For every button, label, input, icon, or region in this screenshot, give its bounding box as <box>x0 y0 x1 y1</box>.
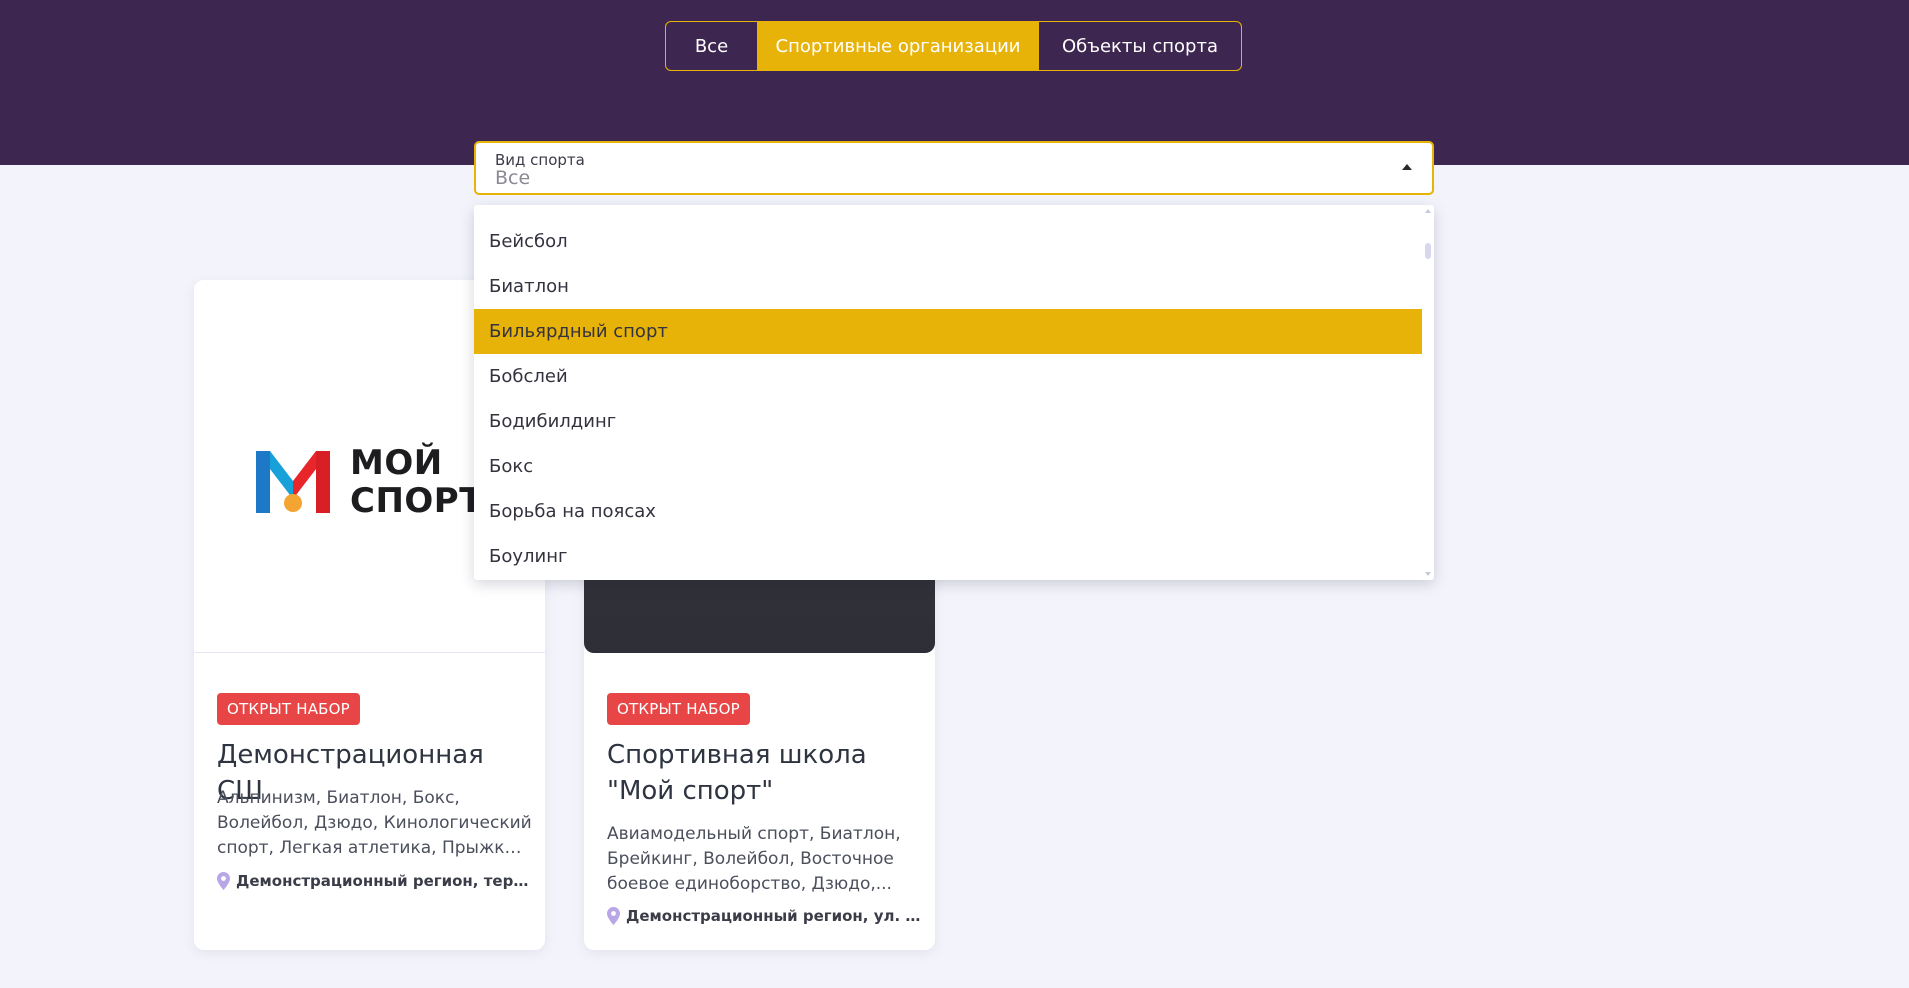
scrollbar-thumb[interactable] <box>1425 243 1431 259</box>
sport-type-select[interactable]: Вид спорта Все <box>474 141 1434 195</box>
location-pin-icon <box>217 872 230 890</box>
scroll-up-icon[interactable] <box>1425 209 1431 213</box>
dropdown-option[interactable]: Бодибилдинг <box>474 399 1422 444</box>
logo-text: МОЙ СПОРТ <box>350 443 483 521</box>
dropdown-option[interactable]: Биатлон <box>474 264 1422 309</box>
dropdown-option[interactable]: Бокс <box>474 444 1422 489</box>
page: Все Спортивные организации Объекты спорт… <box>0 0 1909 988</box>
dropdown-option[interactable]: Боулинг <box>474 534 1422 579</box>
card-sports-list: Авиамодельный спорт, Биатлон, Брейкинг, … <box>607 824 901 894</box>
select-value: Все <box>495 167 531 189</box>
moy-sport-logo-icon <box>256 451 330 513</box>
card-sports-list: Альпинизм, Биатлон, Бокс, Волейбол, Дзюд… <box>217 788 532 858</box>
sport-type-dropdown: Бейсбол Биатлон Бильярдный спорт Бобслей… <box>474 205 1434 580</box>
scroll-down-icon[interactable] <box>1425 572 1431 576</box>
tab-sport-organizations[interactable]: Спортивные организации <box>758 22 1039 70</box>
category-tabs: Все Спортивные организации Объекты спорт… <box>665 21 1242 71</box>
dropdown-option[interactable]: Бейсбол <box>474 219 1422 264</box>
card-address: Демонстрационный регион, террит... <box>217 870 532 892</box>
dropdown-list: Бейсбол Биатлон Бильярдный спорт Бобслей… <box>474 219 1422 579</box>
card-address: Демонстрационный регион, ул. Гага... <box>607 905 922 927</box>
tab-sport-objects[interactable]: Объекты спорта <box>1039 22 1241 70</box>
caret-up-icon[interactable] <box>1402 164 1412 170</box>
location-pin-icon <box>607 907 620 925</box>
card-title[interactable]: Спортивная школа "Мой спорт" <box>607 737 922 809</box>
dropdown-option-highlighted[interactable]: Бильярдный спорт <box>474 309 1422 354</box>
status-badge: ОТКРЫТ НАБОР <box>607 693 750 725</box>
dropdown-option[interactable]: Борьба на поясах <box>474 489 1422 534</box>
dropdown-option[interactable]: Бобслей <box>474 354 1422 399</box>
tab-all[interactable]: Все <box>666 22 758 70</box>
status-badge: ОТКРЫТ НАБОР <box>217 693 360 725</box>
dropdown-scrollbar[interactable] <box>1422 205 1434 580</box>
